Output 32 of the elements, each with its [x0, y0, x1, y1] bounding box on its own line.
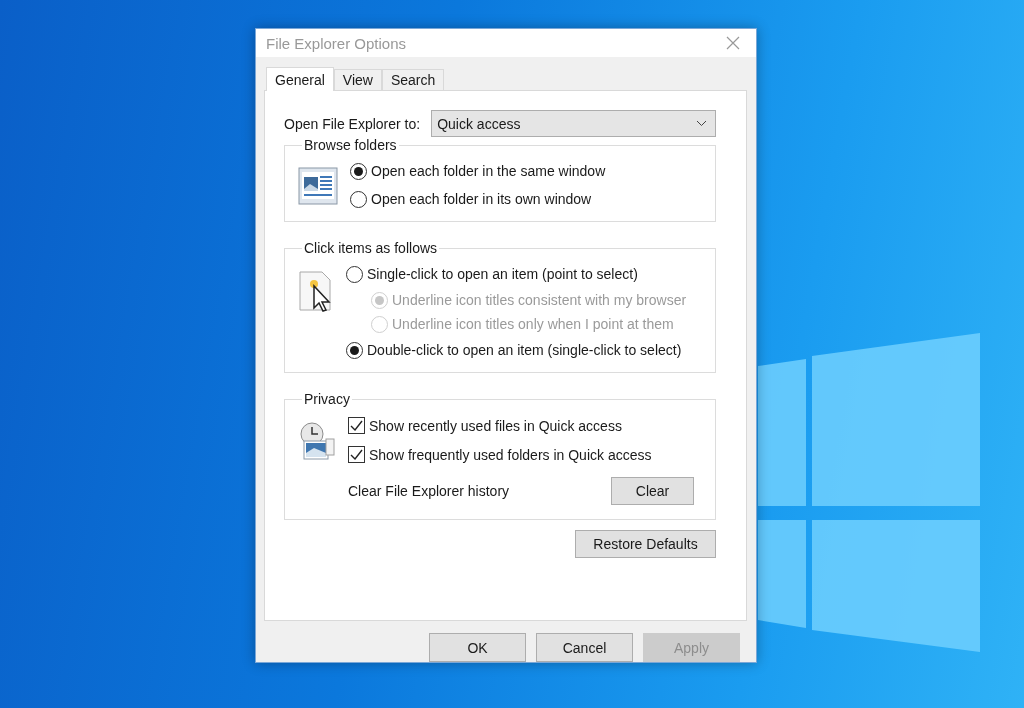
option-label: Open each folder in the same window: [371, 163, 606, 179]
option-label: Double-click to open an item (single-click to select): [367, 342, 682, 358]
option-label: Open each folder in its own window: [371, 191, 592, 207]
tab[interactable]: Search: [381, 69, 445, 90]
option-label: Clear File Explorer history: [348, 483, 510, 499]
radio-button[interactable]: [346, 265, 363, 283]
option-label: Show recently used files in Quick access: [369, 417, 622, 434]
group-title: Browse folders: [303, 137, 398, 153]
clock-picture-icon: [298, 421, 336, 461]
window-title: File Explorer Options: [266, 34, 407, 52]
group-title: Click items as follows: [303, 240, 439, 256]
radio-button[interactable]: [346, 341, 363, 359]
option-label: Show frequently used folders in Quick access: [369, 446, 652, 463]
document-cursor-icon: [298, 270, 334, 314]
tab[interactable]: General: [266, 67, 334, 91]
group-title: Privacy: [303, 391, 351, 407]
option-label: Underline icon titles only when I point at them: [392, 316, 674, 332]
tab[interactable]: View: [333, 69, 382, 90]
field-label: Open File Explorer to:: [284, 115, 421, 132]
radio-button[interactable]: [350, 162, 367, 180]
chevron-down-icon: [696, 120, 707, 127]
dialog-button[interactable]: OK: [429, 633, 526, 662]
dropdown[interactable]: Quick access: [431, 110, 716, 137]
radio-button[interactable]: [350, 190, 367, 208]
restore-defaults-button[interactable]: Restore Defaults: [575, 530, 716, 558]
checkbox[interactable]: [348, 417, 365, 434]
dialog-button[interactable]: Cancel: [536, 633, 633, 662]
clear-button[interactable]: Clear: [611, 477, 694, 505]
option-label: Single-click to open an item (point to select): [367, 266, 638, 282]
checkbox[interactable]: [348, 446, 365, 463]
option-label: Underline icon titles consistent with my browser: [392, 292, 687, 308]
window-layout-icon: [298, 167, 338, 205]
